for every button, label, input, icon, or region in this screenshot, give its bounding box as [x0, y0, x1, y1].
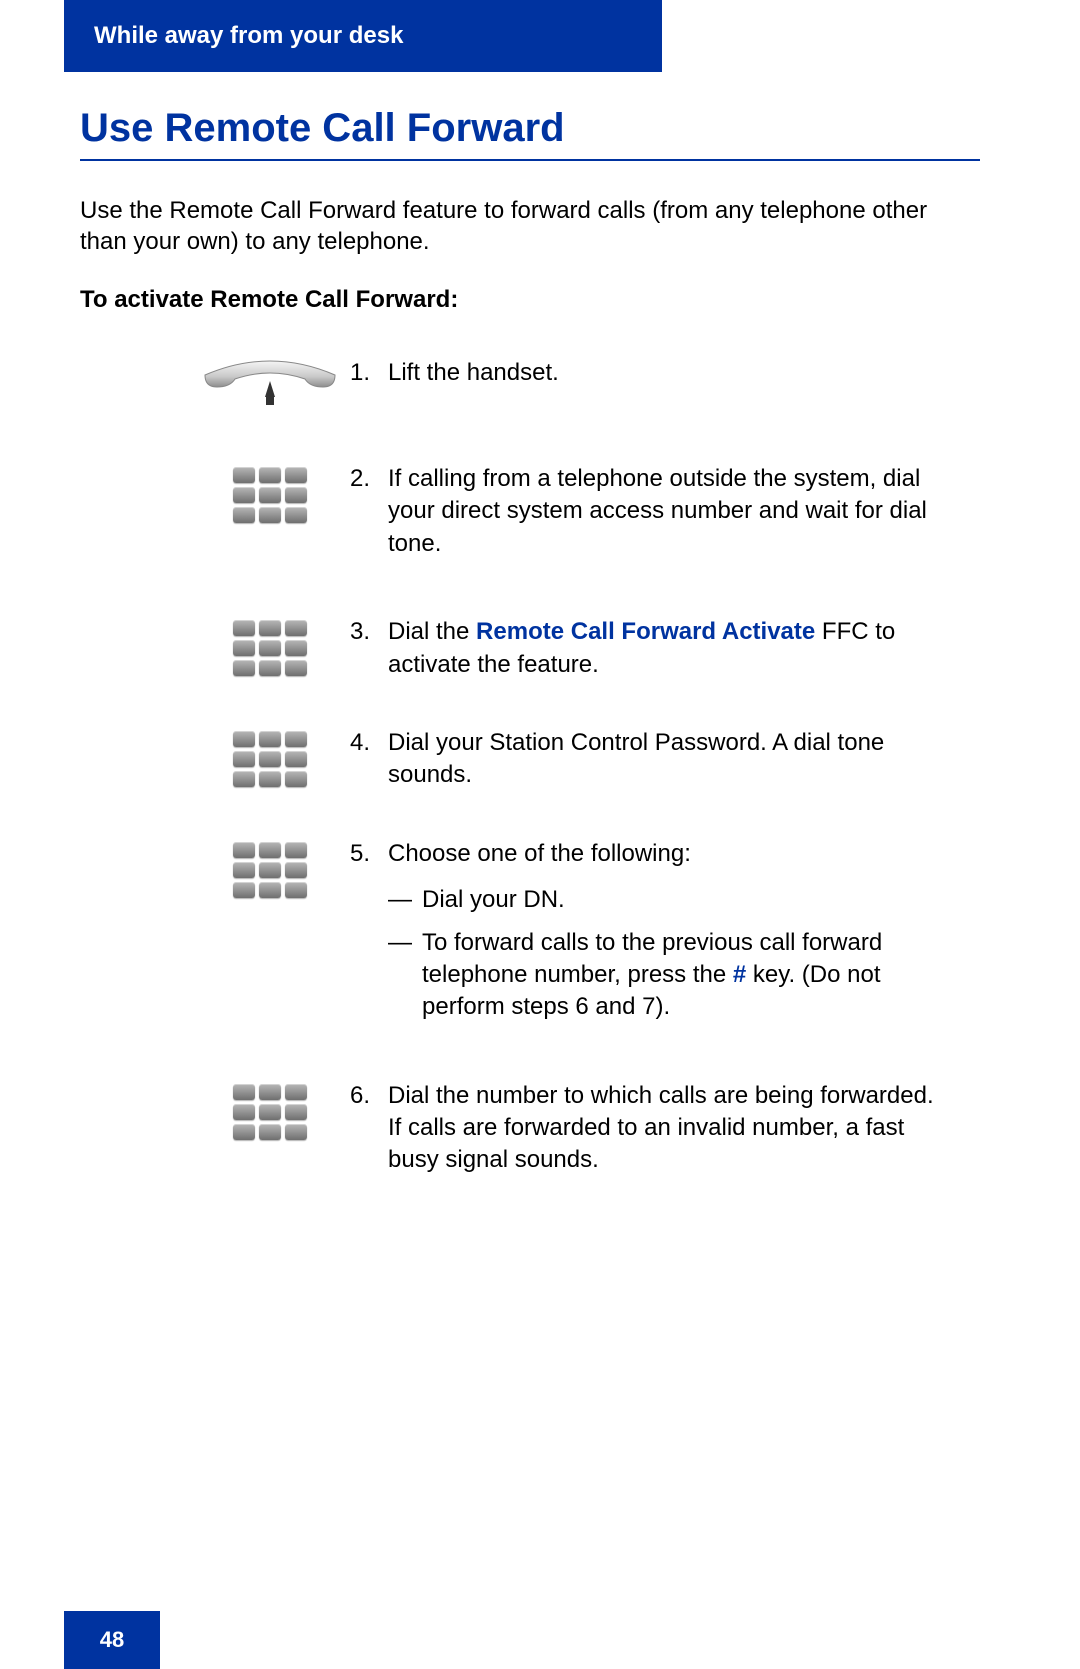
step-text: Dial the number to which calls are being…: [388, 1080, 980, 1177]
step-number: 2.: [350, 463, 388, 560]
step-text: Dial the Remote Call Forward Activate FF…: [388, 616, 980, 681]
keypad-icon: [233, 842, 307, 898]
sub-item: — To forward calls to the previous call …: [388, 927, 940, 1024]
feature-term: Remote Call Forward Activate: [476, 618, 815, 645]
page-title: Use Remote Call Forward: [80, 106, 980, 161]
keypad-icon: [233, 467, 307, 523]
step-item: 5. Choose one of the following: — Dial y…: [190, 838, 980, 1024]
step-item: 4. Dial your Station Control Password. A…: [190, 727, 980, 792]
document-page: While away from your desk Use Remote Cal…: [0, 0, 1080, 1669]
step-item: 6. Dial the number to which calls are be…: [190, 1080, 980, 1177]
header-bar: While away from your desk: [64, 0, 662, 72]
keypad-icon: [233, 1084, 307, 1140]
sub-list: — Dial your DN. — To forward calls to th…: [388, 884, 940, 1024]
sub-item: — Dial your DN.: [388, 884, 940, 916]
steps-list: 1. Lift the handset. 2. If calling from …: [190, 357, 980, 1233]
keypad-icon: [233, 731, 307, 787]
intro-paragraph: Use the Remote Call Forward feature to f…: [80, 195, 980, 257]
handset-icon: [195, 353, 345, 407]
step-number: 3.: [350, 616, 388, 681]
step-item: 2. If calling from a telephone outside t…: [190, 463, 980, 560]
step-number: 1.: [350, 357, 388, 389]
step-text: Choose one of the following: — Dial your…: [388, 838, 980, 1024]
key-term: #: [733, 961, 746, 988]
step-text: Dial your Station Control Password. A di…: [388, 727, 980, 792]
step-number: 6.: [350, 1080, 388, 1177]
step-item: 1. Lift the handset.: [190, 357, 980, 407]
page-number: 48: [64, 1611, 160, 1669]
sub-item-text: To forward calls to the previous call fo…: [422, 927, 940, 1024]
procedure-heading: To activate Remote Call Forward:: [80, 286, 458, 314]
step-number: 5.: [350, 838, 388, 1024]
step-number: 4.: [350, 727, 388, 792]
step-item: 3. Dial the Remote Call Forward Activate…: [190, 616, 980, 681]
section-title: While away from your desk: [94, 22, 403, 50]
step-text: Lift the handset.: [388, 357, 980, 389]
step-text: If calling from a telephone outside the …: [388, 463, 980, 560]
sub-item-text: Dial your DN.: [422, 884, 565, 916]
step-text-pre: Dial the: [388, 618, 476, 645]
keypad-icon: [233, 620, 307, 676]
